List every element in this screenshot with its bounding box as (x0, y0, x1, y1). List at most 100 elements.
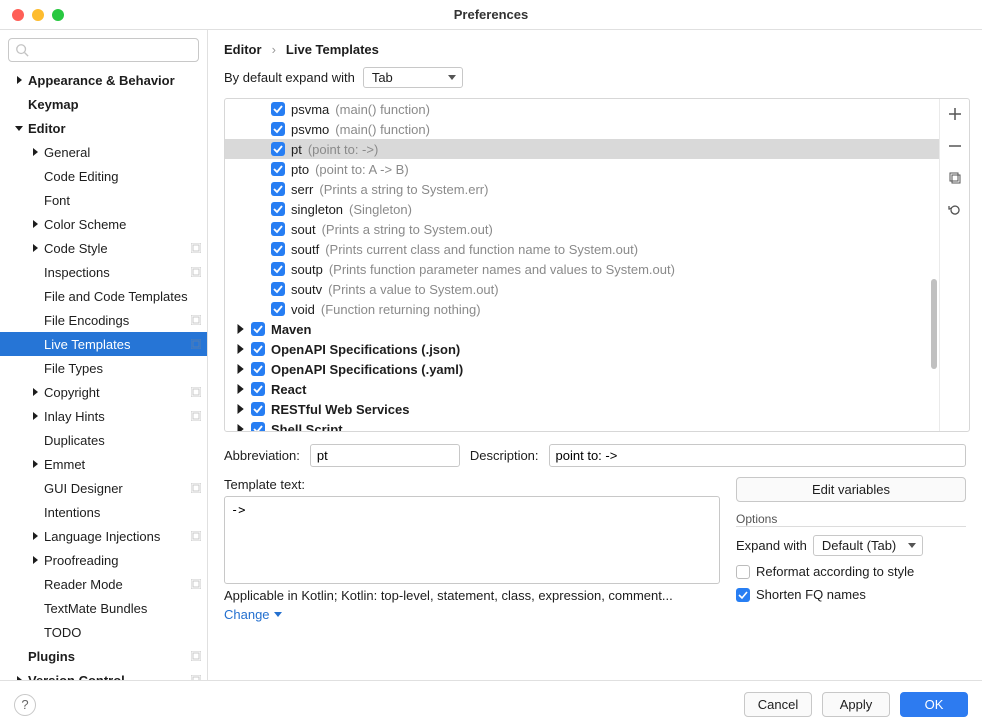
settings-tree[interactable]: Appearance & BehaviorKeymapEditorGeneral… (0, 68, 207, 680)
apply-button[interactable]: Apply (822, 692, 890, 717)
checkbox-checked-icon[interactable] (271, 102, 285, 116)
chevron-right-icon[interactable] (30, 460, 40, 468)
minimize-icon[interactable] (32, 9, 44, 21)
copy-button[interactable] (946, 169, 964, 187)
chevron-right-icon[interactable] (30, 148, 40, 156)
sidebar-item-intentions[interactable]: Intentions (0, 500, 207, 524)
checkbox-checked-icon[interactable] (251, 422, 265, 431)
expand-with-combo[interactable]: Default (Tab) (813, 535, 923, 556)
sidebar-item-copyright[interactable]: Copyright (0, 380, 207, 404)
sidebar-item-keymap[interactable]: Keymap (0, 92, 207, 116)
reformat-checkbox-row[interactable]: Reformat according to style (736, 564, 966, 579)
sidebar-item-todo[interactable]: TODO (0, 620, 207, 644)
checkbox-checked-icon[interactable] (271, 222, 285, 236)
template-item[interactable]: pt(point to: ->) (225, 139, 939, 159)
checkbox-unchecked-icon[interactable] (736, 565, 750, 579)
description-input[interactable] (549, 444, 966, 467)
change-context-link[interactable]: Change (224, 607, 720, 622)
sidebar-item-inspections[interactable]: Inspections (0, 260, 207, 284)
search-input-wrap[interactable] (8, 38, 199, 62)
chevron-right-icon[interactable] (235, 404, 245, 414)
checkbox-checked-icon[interactable] (271, 122, 285, 136)
sidebar-item-general[interactable]: General (0, 140, 207, 164)
checkbox-checked-icon[interactable] (736, 588, 750, 602)
checkbox-checked-icon[interactable] (271, 142, 285, 156)
sidebar-item-appearance-behavior[interactable]: Appearance & Behavior (0, 68, 207, 92)
sidebar-item-file-and-code-templates[interactable]: File and Code Templates (0, 284, 207, 308)
template-group[interactable]: OpenAPI Specifications (.json) (225, 339, 939, 359)
add-button[interactable] (946, 105, 964, 123)
template-item[interactable]: soutf(Prints current class and function … (225, 239, 939, 259)
sidebar-item-gui-designer[interactable]: GUI Designer (0, 476, 207, 500)
template-group[interactable]: React (225, 379, 939, 399)
template-item[interactable]: pto(point to: A -> B) (225, 159, 939, 179)
checkbox-checked-icon[interactable] (271, 162, 285, 176)
checkbox-checked-icon[interactable] (251, 362, 265, 376)
chevron-right-icon[interactable] (14, 76, 24, 84)
zoom-icon[interactable] (52, 9, 64, 21)
checkbox-checked-icon[interactable] (271, 182, 285, 196)
template-item[interactable]: psvmo(main() function) (225, 119, 939, 139)
template-group[interactable]: Maven (225, 319, 939, 339)
template-item[interactable]: serr(Prints a string to System.err) (225, 179, 939, 199)
template-item[interactable]: void(Function returning nothing) (225, 299, 939, 319)
chevron-down-icon[interactable] (14, 124, 24, 132)
checkbox-checked-icon[interactable] (271, 282, 285, 296)
edit-variables-button[interactable]: Edit variables (736, 477, 966, 502)
templates-list[interactable]: psvma(main() function)psvmo(main() funct… (225, 99, 939, 431)
checkbox-checked-icon[interactable] (271, 262, 285, 276)
sidebar-item-reader-mode[interactable]: Reader Mode (0, 572, 207, 596)
template-text-input[interactable] (224, 496, 720, 584)
checkbox-checked-icon[interactable] (271, 302, 285, 316)
checkbox-checked-icon[interactable] (251, 322, 265, 336)
sidebar-item-font[interactable]: Font (0, 188, 207, 212)
sidebar-item-duplicates[interactable]: Duplicates (0, 428, 207, 452)
sidebar-item-file-encodings[interactable]: File Encodings (0, 308, 207, 332)
template-item[interactable]: sout(Prints a string to System.out) (225, 219, 939, 239)
chevron-right-icon[interactable] (14, 676, 24, 680)
template-group[interactable]: RESTful Web Services (225, 399, 939, 419)
breadcrumb-root[interactable]: Editor (224, 42, 262, 57)
chevron-right-icon[interactable] (30, 388, 40, 396)
template-item[interactable]: soutp(Prints function parameter names an… (225, 259, 939, 279)
sidebar-item-language-injections[interactable]: Language Injections (0, 524, 207, 548)
template-item[interactable]: psvma(main() function) (225, 99, 939, 119)
shorten-checkbox-row[interactable]: Shorten FQ names (736, 587, 966, 602)
abbreviation-input[interactable] (310, 444, 460, 467)
checkbox-checked-icon[interactable] (251, 402, 265, 416)
close-icon[interactable] (12, 9, 24, 21)
chevron-right-icon[interactable] (30, 412, 40, 420)
search-input[interactable] (29, 41, 192, 59)
chevron-right-icon[interactable] (30, 220, 40, 228)
chevron-right-icon[interactable] (235, 364, 245, 374)
sidebar-item-file-types[interactable]: File Types (0, 356, 207, 380)
checkbox-checked-icon[interactable] (271, 202, 285, 216)
sidebar-item-emmet[interactable]: Emmet (0, 452, 207, 476)
chevron-right-icon[interactable] (30, 244, 40, 252)
template-item[interactable]: singleton(Singleton) (225, 199, 939, 219)
sidebar-item-editor[interactable]: Editor (0, 116, 207, 140)
cancel-button[interactable]: Cancel (744, 692, 812, 717)
sidebar-item-code-style[interactable]: Code Style (0, 236, 207, 260)
help-button[interactable]: ? (14, 694, 36, 716)
sidebar-item-textmate-bundles[interactable]: TextMate Bundles (0, 596, 207, 620)
sidebar-item-inlay-hints[interactable]: Inlay Hints (0, 404, 207, 428)
chevron-right-icon[interactable] (235, 384, 245, 394)
sidebar-item-live-templates[interactable]: Live Templates (0, 332, 207, 356)
template-group[interactable]: OpenAPI Specifications (.yaml) (225, 359, 939, 379)
chevron-right-icon[interactable] (235, 344, 245, 354)
chevron-right-icon[interactable] (235, 424, 245, 431)
chevron-right-icon[interactable] (30, 556, 40, 564)
checkbox-checked-icon[interactable] (251, 382, 265, 396)
chevron-right-icon[interactable] (235, 324, 245, 334)
default-expand-combo[interactable]: Tab (363, 67, 463, 88)
revert-button[interactable] (946, 201, 964, 219)
template-item[interactable]: soutv(Prints a value to System.out) (225, 279, 939, 299)
sidebar-item-proofreading[interactable]: Proofreading (0, 548, 207, 572)
template-group[interactable]: Shell Script (225, 419, 939, 431)
checkbox-checked-icon[interactable] (251, 342, 265, 356)
ok-button[interactable]: OK (900, 692, 968, 717)
checkbox-checked-icon[interactable] (271, 242, 285, 256)
sidebar-item-color-scheme[interactable]: Color Scheme (0, 212, 207, 236)
chevron-right-icon[interactable] (30, 532, 40, 540)
